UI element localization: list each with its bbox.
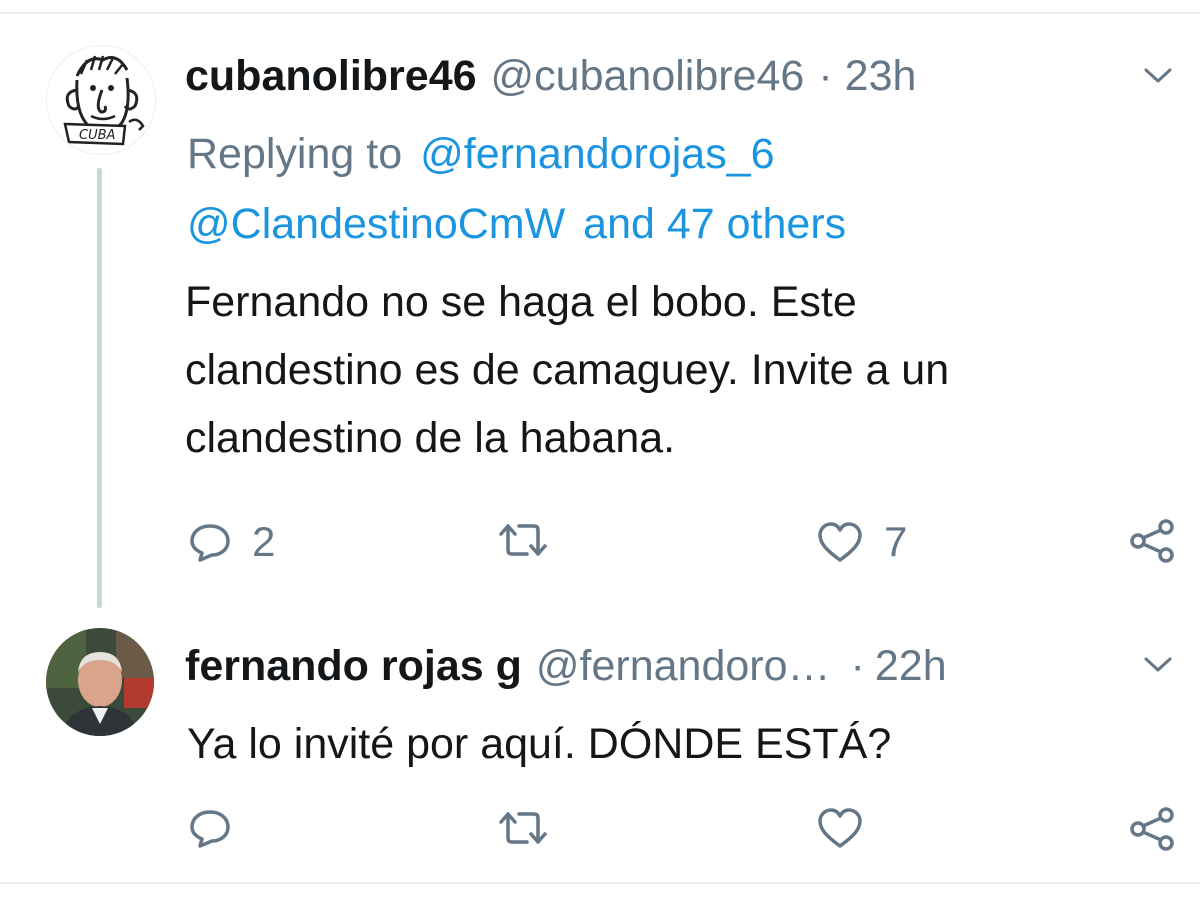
reply-icon <box>190 524 230 562</box>
chevron-down-icon <box>1144 657 1172 672</box>
tweet-text-line: Ya lo invité por aquí. DÓNDE ESTÁ? <box>187 720 892 768</box>
profile-photo-icon <box>46 628 154 736</box>
avatar[interactable] <box>46 628 154 736</box>
timestamp[interactable]: 23h <box>845 52 917 100</box>
separator: · <box>850 642 865 690</box>
share-button[interactable] <box>1128 805 1176 853</box>
share-icon <box>1130 807 1174 851</box>
replying-user-link[interactable]: @fernandorojas_6 <box>420 130 774 178</box>
svg-text:CUBA: CUBA <box>79 128 115 143</box>
reply-button[interactable]: 2 <box>188 518 275 566</box>
chevron-down-icon <box>1144 68 1172 83</box>
cartoon-avatar-icon: CUBA <box>47 46 155 154</box>
display-name[interactable]: fernando rojas g <box>185 642 522 690</box>
avatar[interactable]: CUBA <box>46 45 156 155</box>
reply-count: 2 <box>252 518 276 565</box>
tweet-text: Ya lo invité por aquí. DÓNDE ESTÁ? <box>187 710 891 778</box>
like-button[interactable]: 7 <box>816 518 907 566</box>
tweet-text: Fernando no se haga el bobo. Este clande… <box>185 268 949 472</box>
tweet-text-line: Fernando no se haga el bobo. Este <box>185 278 857 326</box>
handle[interactable]: @cubanolibre46 <box>491 52 805 100</box>
tweet-text-line: clandestino de la habana. <box>185 414 676 462</box>
bottom-divider <box>0 882 1200 884</box>
separator: · <box>818 52 833 100</box>
retweet-button[interactable] <box>495 520 551 560</box>
retweet-icon <box>499 524 547 556</box>
thread-line <box>97 168 102 608</box>
reply-button[interactable] <box>188 806 232 850</box>
replying-prefix: Replying to <box>187 130 403 178</box>
timestamp[interactable]: 22h <box>875 642 947 690</box>
top-divider <box>0 12 1200 14</box>
handle[interactable]: @fernandoro… <box>536 642 831 690</box>
tweet-header: fernando rojas g @fernandoro… · 22h <box>185 642 947 691</box>
share-button[interactable] <box>1128 517 1176 565</box>
heart-icon <box>818 808 862 848</box>
reply-icon <box>190 810 230 848</box>
like-count: 7 <box>884 518 908 565</box>
heart-icon <box>818 522 862 562</box>
tweet-text-line: clandestino es de camaguey. Invite a un <box>185 346 950 394</box>
retweet-button[interactable] <box>495 808 551 848</box>
tweet-header: cubanolibre46 @cubanolibre46 · 23h <box>185 52 916 101</box>
tweet-menu-button[interactable] <box>1142 655 1174 680</box>
display-name[interactable]: cubanolibre46 <box>185 52 477 100</box>
replying-user2-link[interactable]: @ClandestinoCmW <box>187 200 565 248</box>
replying-to: Replying to @fernandorojas_6 <box>187 130 775 179</box>
retweet-icon <box>499 812 547 844</box>
replying-to-line2: @ClandestinoCmW and 47 others <box>187 200 846 249</box>
tweet-menu-button[interactable] <box>1142 66 1174 91</box>
like-button[interactable] <box>816 806 864 850</box>
replying-others-link[interactable]: and 47 others <box>583 200 846 248</box>
share-icon <box>1130 519 1174 563</box>
